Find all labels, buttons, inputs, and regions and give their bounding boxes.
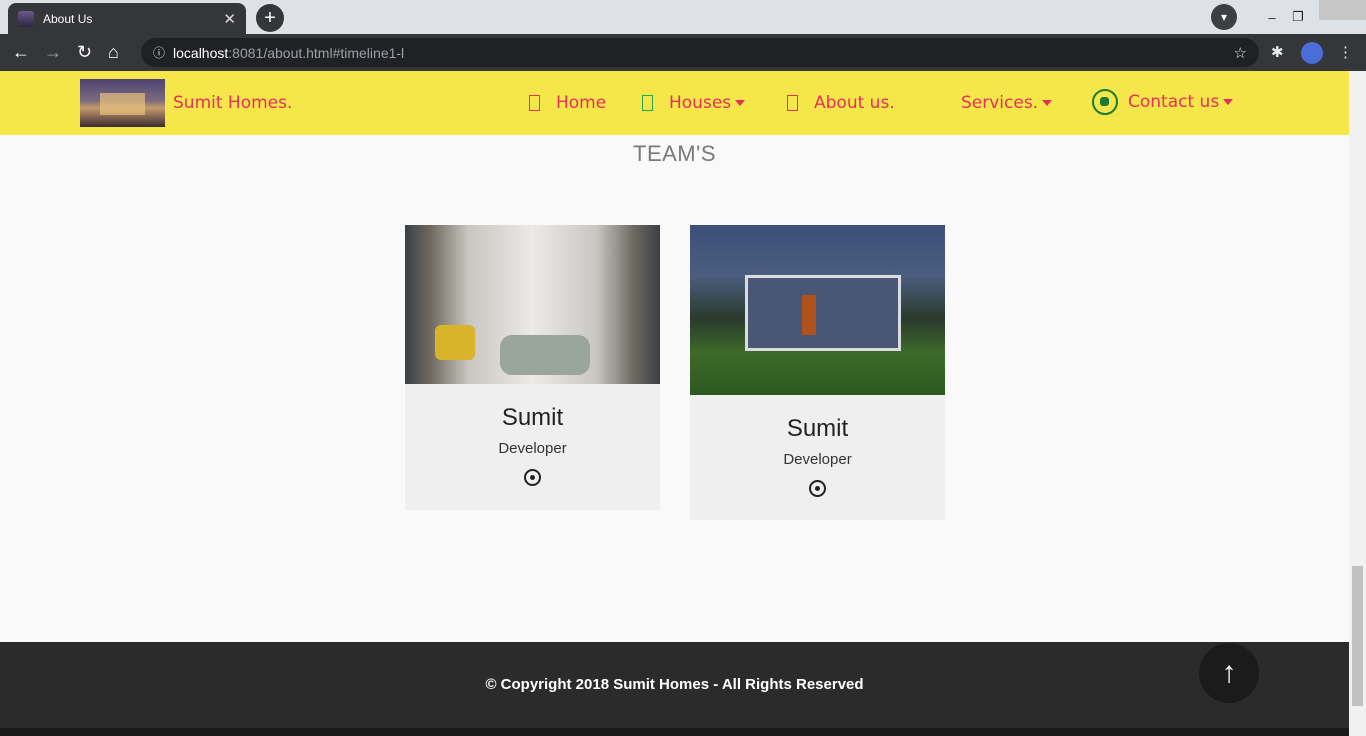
- close-window-button[interactable]: [1319, 0, 1366, 20]
- window-controls: ▾ – ❐: [1211, 0, 1366, 34]
- menu-icon[interactable]: ⋮: [1338, 43, 1353, 61]
- home-nav-icon: [529, 95, 540, 111]
- tab-close-icon[interactable]: ✕: [223, 10, 236, 28]
- team-member-name: Sumit: [786, 415, 849, 442]
- page-scrollbar[interactable]: [1349, 71, 1366, 736]
- nav-houses[interactable]: Houses: [642, 93, 746, 113]
- nav-services-label: Services.: [961, 93, 1039, 113]
- chevron-down-icon: [735, 100, 746, 106]
- brand-name[interactable]: Sumit Homes.: [173, 93, 292, 113]
- whatsapp-icon: [1092, 89, 1118, 115]
- browser-tab-strip: About Us ✕ + ▾ – ❐: [0, 0, 1366, 34]
- team-member-name: Sumit: [501, 404, 564, 431]
- team-card: Sumit Developer: [405, 225, 660, 510]
- os-taskbar: [0, 728, 1349, 736]
- team-photo-interior: [405, 225, 660, 384]
- nav-contact-label: Contact us: [1128, 92, 1220, 112]
- arrow-up-icon: ↑: [1221, 656, 1237, 689]
- profile-icon[interactable]: [1301, 42, 1323, 64]
- extensions-icon[interactable]: ✱: [1271, 43, 1284, 61]
- tab-title: About Us: [43, 11, 93, 26]
- team-heading: TEAM'S: [633, 141, 716, 166]
- nav-services[interactable]: Services.: [961, 93, 1053, 113]
- team-card: Sumit Developer: [690, 225, 945, 520]
- url-path: :8081/about.html#timeline1-l: [228, 44, 405, 61]
- chevron-down-icon: [1223, 99, 1234, 105]
- minimize-icon[interactable]: –: [1259, 10, 1285, 25]
- url-host: localhost: [173, 44, 229, 61]
- site-navbar: Sumit Homes. Home Houses About us. Servi…: [0, 71, 1349, 135]
- restore-icon[interactable]: ❐: [1285, 9, 1311, 25]
- nav-houses-label: Houses: [669, 93, 732, 113]
- new-tab-button[interactable]: +: [256, 4, 284, 32]
- back-icon[interactable]: ←: [12, 42, 30, 62]
- scroll-to-top-button[interactable]: ↑: [1199, 643, 1259, 703]
- browser-tab[interactable]: About Us ✕: [8, 3, 246, 34]
- address-bar[interactable]: ⓘ localhost :8081/about.html#timeline1-l…: [141, 38, 1259, 67]
- nav-contact[interactable]: Contact us: [1092, 89, 1234, 115]
- nav-about-label: About us.: [814, 93, 895, 113]
- houses-nav-icon: [642, 95, 653, 111]
- team-photo-house: [690, 225, 945, 395]
- forward-icon[interactable]: →: [44, 42, 62, 62]
- chevron-down-icon: [1042, 100, 1053, 106]
- logo-image[interactable]: [80, 79, 165, 127]
- tab-search-icon[interactable]: ▾: [1211, 4, 1237, 30]
- team-member-role: Developer: [498, 440, 567, 457]
- whatsapp-icon[interactable]: [809, 480, 826, 497]
- browser-toolbar: ← → ↻ ⌂ ⓘ localhost :8081/about.html#tim…: [0, 34, 1366, 71]
- whatsapp-icon[interactable]: [524, 469, 541, 486]
- copyright-text: © Copyright 2018 Sumit Homes - All Right…: [485, 676, 864, 693]
- home-icon[interactable]: ⌂: [108, 42, 119, 62]
- team-member-role: Developer: [783, 451, 852, 468]
- nav-home[interactable]: Home: [529, 93, 606, 113]
- reload-icon[interactable]: ↻: [77, 42, 92, 62]
- nav-about[interactable]: About us.: [787, 93, 895, 113]
- info-icon[interactable]: ⓘ: [153, 44, 165, 61]
- favicon-icon: [18, 10, 34, 27]
- scrollbar-thumb[interactable]: [1352, 566, 1363, 706]
- star-icon[interactable]: ☆: [1234, 44, 1247, 62]
- nav-home-label: Home: [556, 93, 607, 113]
- about-nav-icon: [787, 95, 798, 111]
- site-footer: © Copyright 2018 Sumit Homes - All Right…: [0, 642, 1349, 736]
